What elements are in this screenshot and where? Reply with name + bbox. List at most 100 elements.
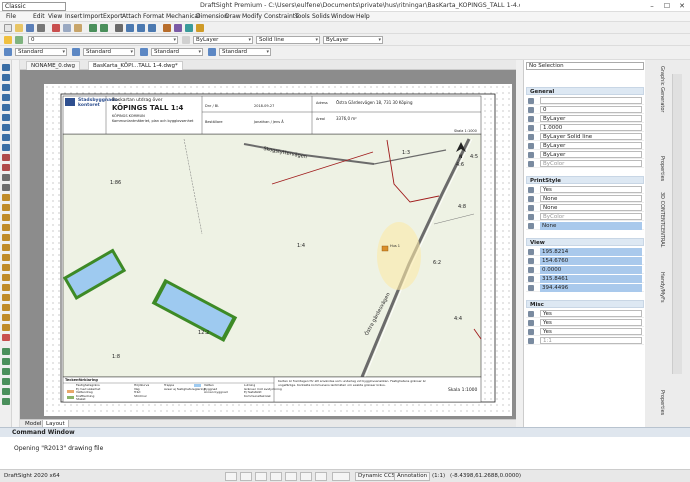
tab-handymyfs[interactable]: Handy/MyFs	[657, 272, 665, 303]
mirror-icon[interactable]	[2, 234, 10, 241]
prop-row[interactable]: 0	[526, 106, 644, 114]
menu-format[interactable]: Format	[143, 12, 164, 22]
move-icon[interactable]	[2, 194, 10, 201]
prop-row[interactable]: ByColor	[526, 160, 644, 168]
new-file-icon[interactable]	[4, 24, 12, 32]
text-icon[interactable]	[2, 174, 10, 181]
prop-row[interactable]: 1.0000	[526, 124, 644, 132]
polygon-icon[interactable]	[2, 114, 10, 121]
circle-icon[interactable]	[2, 94, 10, 101]
tab-3d-contentcentral[interactable]: 3D CONTENTCENTRAL	[657, 192, 665, 247]
lweight-toggle[interactable]	[332, 472, 350, 481]
polar-toggle[interactable]	[270, 472, 282, 481]
prop-row[interactable]: Yes	[526, 310, 644, 318]
zoom-icon[interactable]	[126, 24, 134, 32]
menu-modify[interactable]: Modify	[242, 12, 262, 22]
polyline-icon[interactable]	[2, 74, 10, 81]
spline-icon[interactable]	[2, 134, 10, 141]
vertical-scrollbar[interactable]	[672, 74, 682, 374]
menu-mechanical[interactable]: Mechanical	[166, 12, 200, 22]
zoom-fit-icon[interactable]	[148, 24, 156, 32]
print-icon[interactable]	[37, 24, 45, 32]
linestyle-combo[interactable]: Solid line	[256, 36, 320, 44]
annotation-button[interactable]: Annotation	[394, 472, 431, 481]
prop-row[interactable]: 315.8461	[526, 275, 644, 283]
text-style-combo[interactable]: Standard	[15, 48, 67, 56]
arc-icon[interactable]	[2, 84, 10, 91]
open-folder-icon[interactable]	[15, 24, 23, 32]
ellipse-icon[interactable]	[2, 124, 10, 131]
etrack-toggle[interactable]	[300, 472, 312, 481]
chamfer-icon[interactable]	[2, 284, 10, 291]
prop-row[interactable]: 1:1	[526, 337, 644, 345]
stretch-icon[interactable]	[2, 314, 10, 321]
menu-view[interactable]: View	[48, 12, 62, 22]
dimension-angle-icon[interactable]	[2, 378, 10, 385]
menu-attach[interactable]: Attach	[122, 12, 141, 22]
menu-edit[interactable]: Edit	[33, 12, 45, 22]
copy-entity-icon[interactable]	[2, 204, 10, 211]
tab-properties-2[interactable]: Properties	[657, 390, 665, 415]
menu-window[interactable]: Window	[331, 12, 355, 22]
line-icon[interactable]	[2, 64, 10, 71]
menu-file[interactable]: File	[6, 12, 16, 22]
zoom-window-icon[interactable]	[137, 24, 145, 32]
menu-tools[interactable]: Tools	[295, 12, 310, 22]
prop-row[interactable]: Yes	[526, 319, 644, 327]
menu-solids[interactable]: Solids	[312, 12, 330, 22]
prop-row[interactable]: 154.6760	[526, 257, 644, 265]
pan-icon[interactable]	[115, 24, 123, 32]
command-window-output[interactable]: Opening "R2013" drawing file	[0, 437, 690, 469]
menu-help[interactable]: Help	[356, 12, 370, 22]
section-general[interactable]: General	[526, 87, 644, 95]
color-combo[interactable]: ByLayer	[193, 36, 253, 44]
qinput-toggle[interactable]	[315, 472, 327, 481]
table-style-icon[interactable]	[140, 48, 148, 56]
multileader-style-combo[interactable]: Standard	[219, 48, 271, 56]
design-resources-icon[interactable]	[185, 24, 193, 32]
table-icon[interactable]	[2, 184, 10, 191]
redo-icon[interactable]	[100, 24, 108, 32]
menu-import[interactable]: Import	[83, 12, 103, 22]
leader-icon[interactable]	[2, 388, 10, 395]
layer-on-icon[interactable]	[15, 36, 23, 44]
tolerance-icon[interactable]	[2, 398, 10, 405]
multileader-style-icon[interactable]	[208, 48, 216, 56]
trim-icon[interactable]	[2, 254, 10, 261]
prop-row[interactable]: None	[526, 204, 644, 212]
dynamic-ccs-toggle[interactable]: Dynamic CCS	[355, 472, 399, 481]
dimension-aligned-icon[interactable]	[2, 358, 10, 365]
dim-style-icon[interactable]	[72, 48, 80, 56]
prop-row[interactable]: ByLayer Solid line	[526, 133, 644, 141]
explode-icon[interactable]	[2, 294, 10, 301]
prop-row[interactable]: Yes	[526, 328, 644, 336]
fillet-icon[interactable]	[2, 274, 10, 281]
prop-row[interactable]	[526, 97, 644, 105]
layer-combo[interactable]: 0	[28, 36, 178, 44]
dim-style-combo[interactable]: Standard	[83, 48, 135, 56]
maximize-icon[interactable]: ☐	[661, 1, 673, 11]
point-icon[interactable]	[2, 144, 10, 151]
break-icon[interactable]	[2, 324, 10, 331]
tab-noname[interactable]: NONAME_0.dwg	[26, 61, 81, 70]
scale-icon[interactable]	[2, 224, 10, 231]
menu-dimension[interactable]: Dimension	[196, 12, 228, 22]
save-icon[interactable]	[26, 24, 34, 32]
prop-row[interactable]: None	[526, 222, 644, 230]
paste-icon[interactable]	[74, 24, 82, 32]
snap-toggle[interactable]	[225, 472, 237, 481]
rotate-icon[interactable]	[2, 214, 10, 221]
tab-baskarta[interactable]: BasKarta_KÖPI...TALL 1-4.dwg*	[88, 61, 183, 70]
prop-row[interactable]: ByLayer	[526, 115, 644, 123]
minimize-icon[interactable]: –	[646, 1, 658, 11]
prop-row[interactable]: ByLayer	[526, 151, 644, 159]
selection-combo[interactable]: No Selection	[526, 62, 644, 70]
text-style-icon[interactable]	[4, 48, 12, 56]
properties-icon[interactable]	[163, 24, 171, 32]
close-icon[interactable]: ✕	[676, 1, 688, 11]
menu-insert[interactable]: Insert	[65, 12, 82, 22]
block-icon[interactable]	[2, 164, 10, 171]
prop-row[interactable]: 394.4496	[526, 284, 644, 292]
offset-icon[interactable]	[2, 244, 10, 251]
hatch-icon[interactable]	[2, 154, 10, 161]
